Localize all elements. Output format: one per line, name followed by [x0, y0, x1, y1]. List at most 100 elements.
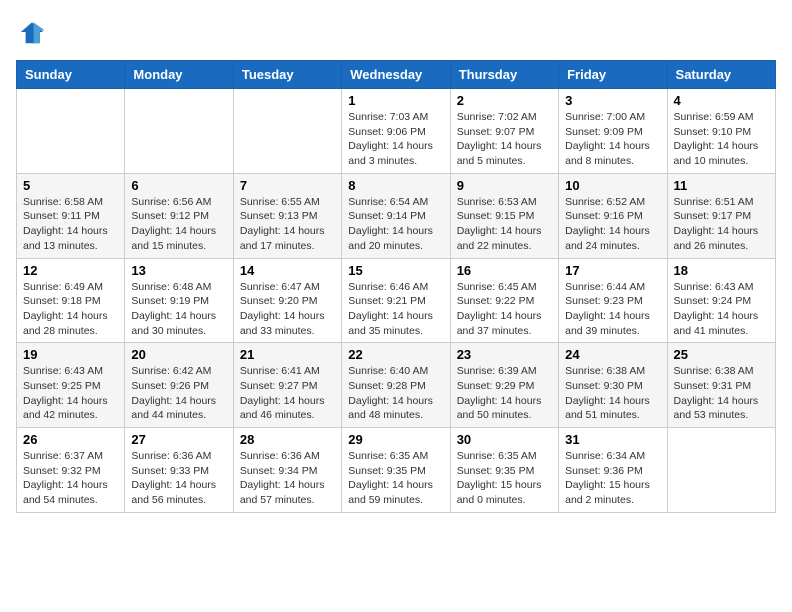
- calendar-cell: 7 Sunrise: 6:55 AM Sunset: 9:13 PM Daylig…: [233, 173, 341, 258]
- day-number: 9: [457, 178, 552, 193]
- day-number: 29: [348, 432, 443, 447]
- day-info: Sunrise: 6:43 AM Sunset: 9:25 PM Dayligh…: [23, 364, 118, 423]
- page-header: [16, 16, 776, 48]
- calendar-week-row: 19 Sunrise: 6:43 AM Sunset: 9:25 PM Dayli…: [17, 343, 776, 428]
- day-info: Sunrise: 6:39 AM Sunset: 9:29 PM Dayligh…: [457, 364, 552, 423]
- calendar-cell: [17, 89, 125, 174]
- day-info: Sunrise: 6:38 AM Sunset: 9:31 PM Dayligh…: [674, 364, 769, 423]
- calendar-cell: 23 Sunrise: 6:39 AM Sunset: 9:29 PM Dayli…: [450, 343, 558, 428]
- calendar-cell: 26Sunrise: 6:37 AM Sunset: 9:32 PM Dayli…: [17, 428, 125, 513]
- day-info: Sunrise: 6:44 AM Sunset: 9:23 PM Dayligh…: [565, 280, 660, 339]
- calendar-cell: [667, 428, 775, 513]
- day-number: 31: [565, 432, 660, 447]
- day-number: 13: [131, 263, 226, 278]
- day-info: Sunrise: 6:51 AM Sunset: 9:17 PM Dayligh…: [674, 195, 769, 254]
- calendar-cell: 21 Sunrise: 6:41 AM Sunset: 9:27 PM Dayli…: [233, 343, 341, 428]
- day-info: Sunrise: 6:56 AM Sunset: 9:12 PM Dayligh…: [131, 195, 226, 254]
- logo-icon: [16, 16, 48, 48]
- calendar-cell: 14 Sunrise: 6:47 AM Sunset: 9:20 PM Dayli…: [233, 258, 341, 343]
- day-number: 3: [565, 93, 660, 108]
- day-number: 23: [457, 347, 552, 362]
- day-number: 16: [457, 263, 552, 278]
- calendar-cell: 5Sunrise: 6:58 AM Sunset: 9:11 PM Daylig…: [17, 173, 125, 258]
- calendar-cell: 12 Sunrise: 6:49 AM Sunset: 9:18 PM Dayli…: [17, 258, 125, 343]
- day-number: 26: [23, 432, 118, 447]
- day-number: 18: [674, 263, 769, 278]
- calendar-week-row: 12 Sunrise: 6:49 AM Sunset: 9:18 PM Dayli…: [17, 258, 776, 343]
- calendar-week-row: 26Sunrise: 6:37 AM Sunset: 9:32 PM Dayli…: [17, 428, 776, 513]
- day-info: Sunrise: 6:43 AM Sunset: 9:24 PM Dayligh…: [674, 280, 769, 339]
- day-info: Sunrise: 6:54 AM Sunset: 9:14 PM Dayligh…: [348, 195, 443, 254]
- calendar-cell: 29 Sunrise: 6:35 AM Sunset: 9:35 PM Dayli…: [342, 428, 450, 513]
- calendar-cell: 27Sunrise: 6:36 AM Sunset: 9:33 PM Dayli…: [125, 428, 233, 513]
- calendar-cell: 31 Sunrise: 6:34 AM Sunset: 9:36 PM Dayli…: [559, 428, 667, 513]
- day-number: 22: [348, 347, 443, 362]
- day-number: 12: [23, 263, 118, 278]
- calendar-cell: 6 Sunrise: 6:56 AM Sunset: 9:12 PM Daylig…: [125, 173, 233, 258]
- calendar-table: SundayMondayTuesdayWednesdayThursdayFrid…: [16, 60, 776, 513]
- day-info: Sunrise: 6:46 AM Sunset: 9:21 PM Dayligh…: [348, 280, 443, 339]
- day-number: 19: [23, 347, 118, 362]
- calendar-cell: 1Sunrise: 7:03 AM Sunset: 9:06 PM Daylig…: [342, 89, 450, 174]
- calendar-cell: 18 Sunrise: 6:43 AM Sunset: 9:24 PM Dayli…: [667, 258, 775, 343]
- calendar-cell: [125, 89, 233, 174]
- day-info: Sunrise: 6:52 AM Sunset: 9:16 PM Dayligh…: [565, 195, 660, 254]
- day-of-week-header: Wednesday: [342, 61, 450, 89]
- calendar-cell: 8 Sunrise: 6:54 AM Sunset: 9:14 PM Daylig…: [342, 173, 450, 258]
- calendar-cell: 19 Sunrise: 6:43 AM Sunset: 9:25 PM Dayli…: [17, 343, 125, 428]
- day-info: Sunrise: 6:47 AM Sunset: 9:20 PM Dayligh…: [240, 280, 335, 339]
- day-info: Sunrise: 6:40 AM Sunset: 9:28 PM Dayligh…: [348, 364, 443, 423]
- day-number: 2: [457, 93, 552, 108]
- day-number: 21: [240, 347, 335, 362]
- day-number: 15: [348, 263, 443, 278]
- day-number: 10: [565, 178, 660, 193]
- day-of-week-header: Sunday: [17, 61, 125, 89]
- day-number: 11: [674, 178, 769, 193]
- day-info: Sunrise: 6:49 AM Sunset: 9:18 PM Dayligh…: [23, 280, 118, 339]
- calendar-cell: 2 Sunrise: 7:02 AM Sunset: 9:07 PM Daylig…: [450, 89, 558, 174]
- day-number: 25: [674, 347, 769, 362]
- calendar-cell: 4 Sunrise: 6:59 AM Sunset: 9:10 PM Daylig…: [667, 89, 775, 174]
- calendar-cell: 13Sunrise: 6:48 AM Sunset: 9:19 PM Dayli…: [125, 258, 233, 343]
- day-info: Sunrise: 6:59 AM Sunset: 9:10 PM Dayligh…: [674, 110, 769, 169]
- day-info: Sunrise: 6:53 AM Sunset: 9:15 PM Dayligh…: [457, 195, 552, 254]
- day-number: 5: [23, 178, 118, 193]
- calendar-cell: 20 Sunrise: 6:42 AM Sunset: 9:26 PM Dayli…: [125, 343, 233, 428]
- calendar-cell: 15 Sunrise: 6:46 AM Sunset: 9:21 PM Dayli…: [342, 258, 450, 343]
- day-of-week-header: Thursday: [450, 61, 558, 89]
- day-number: 7: [240, 178, 335, 193]
- day-info: Sunrise: 6:38 AM Sunset: 9:30 PM Dayligh…: [565, 364, 660, 423]
- calendar-cell: 16 Sunrise: 6:45 AM Sunset: 9:22 PM Dayli…: [450, 258, 558, 343]
- day-info: Sunrise: 6:35 AM Sunset: 9:35 PM Dayligh…: [348, 449, 443, 508]
- day-info: Sunrise: 6:41 AM Sunset: 9:27 PM Dayligh…: [240, 364, 335, 423]
- calendar-cell: 24 Sunrise: 6:38 AM Sunset: 9:30 PM Dayli…: [559, 343, 667, 428]
- day-number: 28: [240, 432, 335, 447]
- day-number: 24: [565, 347, 660, 362]
- day-info: Sunrise: 7:03 AM Sunset: 9:06 PM Dayligh…: [348, 110, 443, 169]
- calendar-cell: 17 Sunrise: 6:44 AM Sunset: 9:23 PM Dayli…: [559, 258, 667, 343]
- day-info: Sunrise: 6:42 AM Sunset: 9:26 PM Dayligh…: [131, 364, 226, 423]
- day-of-week-header: Tuesday: [233, 61, 341, 89]
- day-info: Sunrise: 6:34 AM Sunset: 9:36 PM Dayligh…: [565, 449, 660, 508]
- calendar-header-row: SundayMondayTuesdayWednesdayThursdayFrid…: [17, 61, 776, 89]
- day-info: Sunrise: 6:45 AM Sunset: 9:22 PM Dayligh…: [457, 280, 552, 339]
- day-number: 30: [457, 432, 552, 447]
- day-number: 20: [131, 347, 226, 362]
- day-info: Sunrise: 6:55 AM Sunset: 9:13 PM Dayligh…: [240, 195, 335, 254]
- calendar-cell: 25 Sunrise: 6:38 AM Sunset: 9:31 PM Dayli…: [667, 343, 775, 428]
- calendar-cell: 10 Sunrise: 6:52 AM Sunset: 9:16 PM Dayli…: [559, 173, 667, 258]
- calendar-cell: 30 Sunrise: 6:35 AM Sunset: 9:35 PM Dayli…: [450, 428, 558, 513]
- day-info: Sunrise: 7:02 AM Sunset: 9:07 PM Dayligh…: [457, 110, 552, 169]
- day-number: 6: [131, 178, 226, 193]
- calendar-week-row: 1Sunrise: 7:03 AM Sunset: 9:06 PM Daylig…: [17, 89, 776, 174]
- calendar-cell: 22 Sunrise: 6:40 AM Sunset: 9:28 PM Dayli…: [342, 343, 450, 428]
- day-of-week-header: Friday: [559, 61, 667, 89]
- day-number: 17: [565, 263, 660, 278]
- day-number: 14: [240, 263, 335, 278]
- day-info: Sunrise: 6:35 AM Sunset: 9:35 PM Dayligh…: [457, 449, 552, 508]
- calendar-cell: 28Sunrise: 6:36 AM Sunset: 9:34 PM Dayli…: [233, 428, 341, 513]
- calendar-cell: 9 Sunrise: 6:53 AM Sunset: 9:15 PM Daylig…: [450, 173, 558, 258]
- logo: [16, 16, 52, 48]
- day-number: 4: [674, 93, 769, 108]
- day-number: 8: [348, 178, 443, 193]
